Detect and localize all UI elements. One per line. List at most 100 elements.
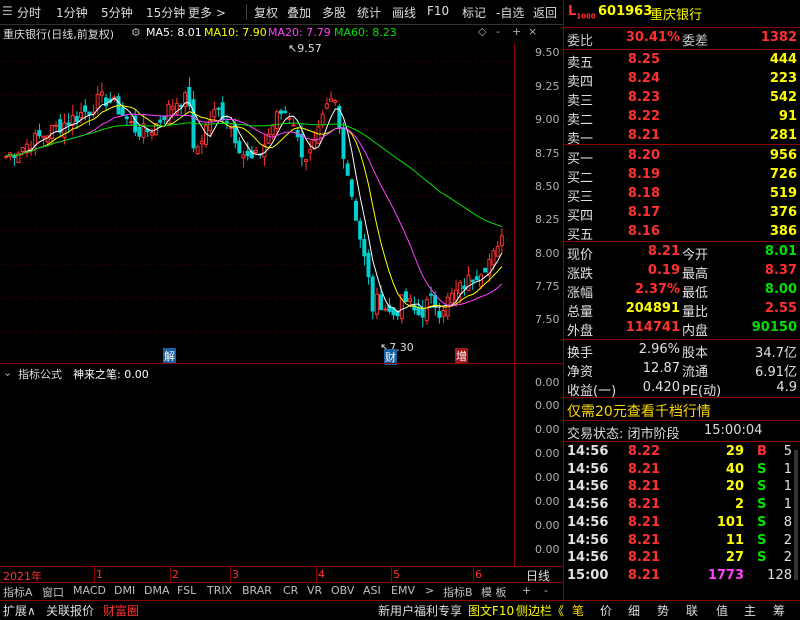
candle-body [454,289,458,301]
tab-dma[interactable]: DMA [144,584,170,597]
promo-row[interactable]: 仅需20元查看千档行情 [564,401,800,421]
tick-price: 8.21 [627,567,660,583]
tab-window[interactable]: 窗口 [42,584,64,600]
stat-label: 今开 [682,248,709,263]
back-button[interactable]: 返回 [533,4,557,21]
indicator-axis: 0.00 0.00 0.00 0.00 0.00 0.00 0.00 0.00 [514,364,564,566]
wealth-circle-button[interactable]: 财富圈 [103,602,139,619]
tab-15min[interactable]: 15分钟 [146,4,185,21]
candle-body [20,147,25,152]
expand-button[interactable]: 扩展∧ [3,602,36,619]
candle-body [137,126,142,137]
tick-row: 15:00 8.21 1773 128 [564,568,800,586]
fuquan-button[interactable]: 复权 [254,4,278,21]
tab-trix[interactable]: TRIX [207,584,232,597]
trade-status-row: 交易状态: 闭市阶段 15:00:04 [564,423,800,442]
indicator-panel[interactable]: ⌄ 指标公式 神来之笔: 0.00 [0,364,514,566]
tab-more[interactable]: 更多 > [188,4,226,21]
stat-value: 8.01 [764,244,797,259]
tab-next[interactable]: > [425,584,434,597]
indicator-tick: 0.00 [535,495,560,508]
candle-body [79,112,83,119]
stat-label: 涨跌 [567,267,594,282]
indicator-title[interactable]: 指标公式 [18,366,62,382]
fundamental-row: 净资 12.87 流通 6.91亿 [564,361,800,380]
fundamental-row: 换手 2.96% 股本 34.7亿 [564,342,800,361]
quote-stat-row: 现价 8.21 今开 8.01 [564,244,800,263]
zoom-in-button[interactable]: + [522,584,531,597]
menu-icon[interactable]: ☰ [2,4,13,18]
close-icon[interactable]: × [528,25,537,38]
related-quotes-button[interactable]: 关联报价 [46,602,94,619]
tab-5min[interactable]: 5分钟 [101,4,133,21]
tab-ticks[interactable]: 笔 [572,602,584,619]
tab-vr[interactable]: VR [307,584,322,597]
expand-icon[interactable]: + [512,25,521,38]
tab-indicator-a[interactable]: 指标A [3,584,33,600]
tab-main[interactable]: 主 [744,602,756,619]
candle-body [420,307,425,318]
candle-body [95,93,100,110]
candle-body [354,200,358,221]
tick-row: 14:56 8.21 40 S 1 [564,462,800,480]
tab-indicator-b[interactable]: 指标B [443,584,473,600]
candle-body [437,311,442,318]
candle-body [170,106,175,110]
price-tick: 8.25 [535,213,560,226]
candle-body [362,238,367,257]
weibi-row: 委比 30.41% 委差 1382 [567,30,797,49]
event-mark-jie[interactable]: 解 [163,348,176,364]
tab-template[interactable]: 模 板 [481,584,507,600]
price-axis: 9.50 9.25 9.00 8.75 8.50 8.25 8.00 7.75 … [514,43,564,363]
tab-value[interactable]: 值 [716,602,728,619]
tab-brar[interactable]: BRAR [242,584,272,597]
f10-graphic-button[interactable]: 图文F10 [468,602,514,619]
event-mark-zeng[interactable]: 增 [455,348,468,364]
tab-macd[interactable]: MACD [73,584,106,597]
shrink-icon[interactable]: - [496,25,500,38]
mark-button[interactable]: 标记 [462,4,486,21]
tab-chips[interactable]: 筹 [773,602,785,619]
depth-promo[interactable]: 仅需20元查看千档行情 [567,401,711,421]
tab-fsl[interactable]: FSL [177,584,196,597]
tab-link[interactable]: 联 [686,602,698,619]
add-favorite-button[interactable]: -自选 [496,4,524,21]
bid-row: 买五 8.16 386 [564,224,800,243]
stats-button[interactable]: 统计 [357,4,381,21]
bid-label: 买三 [567,190,594,205]
overlay-button[interactable]: 叠加 [287,4,311,21]
tab-detail[interactable]: 细 [628,602,640,619]
trade-time: 15:00:04 [704,423,763,438]
zoom-out-button[interactable]: - [544,584,548,597]
tick-count: 8 [783,514,792,530]
settings-icon[interactable]: ⚙ [131,26,141,39]
candlestick-chart[interactable] [0,43,515,363]
draw-line-button[interactable]: 画线 [392,4,416,21]
ticks-scrollbar[interactable] [794,450,798,580]
stat-label: 最低 [682,286,709,301]
tab-asi[interactable]: ASI [363,584,381,597]
sidebar-toggle[interactable]: 侧边栏《 [516,602,564,619]
chevron-down-icon[interactable]: ⌄ [3,366,12,379]
tab-fenshi[interactable]: 分时 [17,4,41,21]
bid-price: 8.19 [627,167,660,182]
candle-body [441,309,446,317]
stat-label: 最高 [682,267,709,282]
stat-label: 外盘 [567,324,594,339]
tab-dmi[interactable]: DMI [114,584,135,597]
tab-emv[interactable]: EMV [391,584,415,597]
candle-body [333,99,338,103]
tab-price[interactable]: 价 [600,602,612,619]
new-user-promo[interactable]: 新用户福利专享 [378,602,462,619]
bid-row: 买三 8.18 519 [564,186,800,205]
candle-body [195,146,200,154]
f10-button[interactable]: F10 [427,4,449,18]
ma20-legend: MA20: 7.79 [268,26,331,39]
tab-obv[interactable]: OBV [331,584,354,597]
tab-trend[interactable]: 势 [657,602,669,619]
tab-1min[interactable]: 1分钟 [56,4,88,21]
tab-cr[interactable]: CR [283,584,298,597]
multi-stock-button[interactable]: 多股 [322,4,346,21]
diamond-icon[interactable]: ◇ [478,25,486,38]
fund-value: 34.7亿 [755,346,797,361]
